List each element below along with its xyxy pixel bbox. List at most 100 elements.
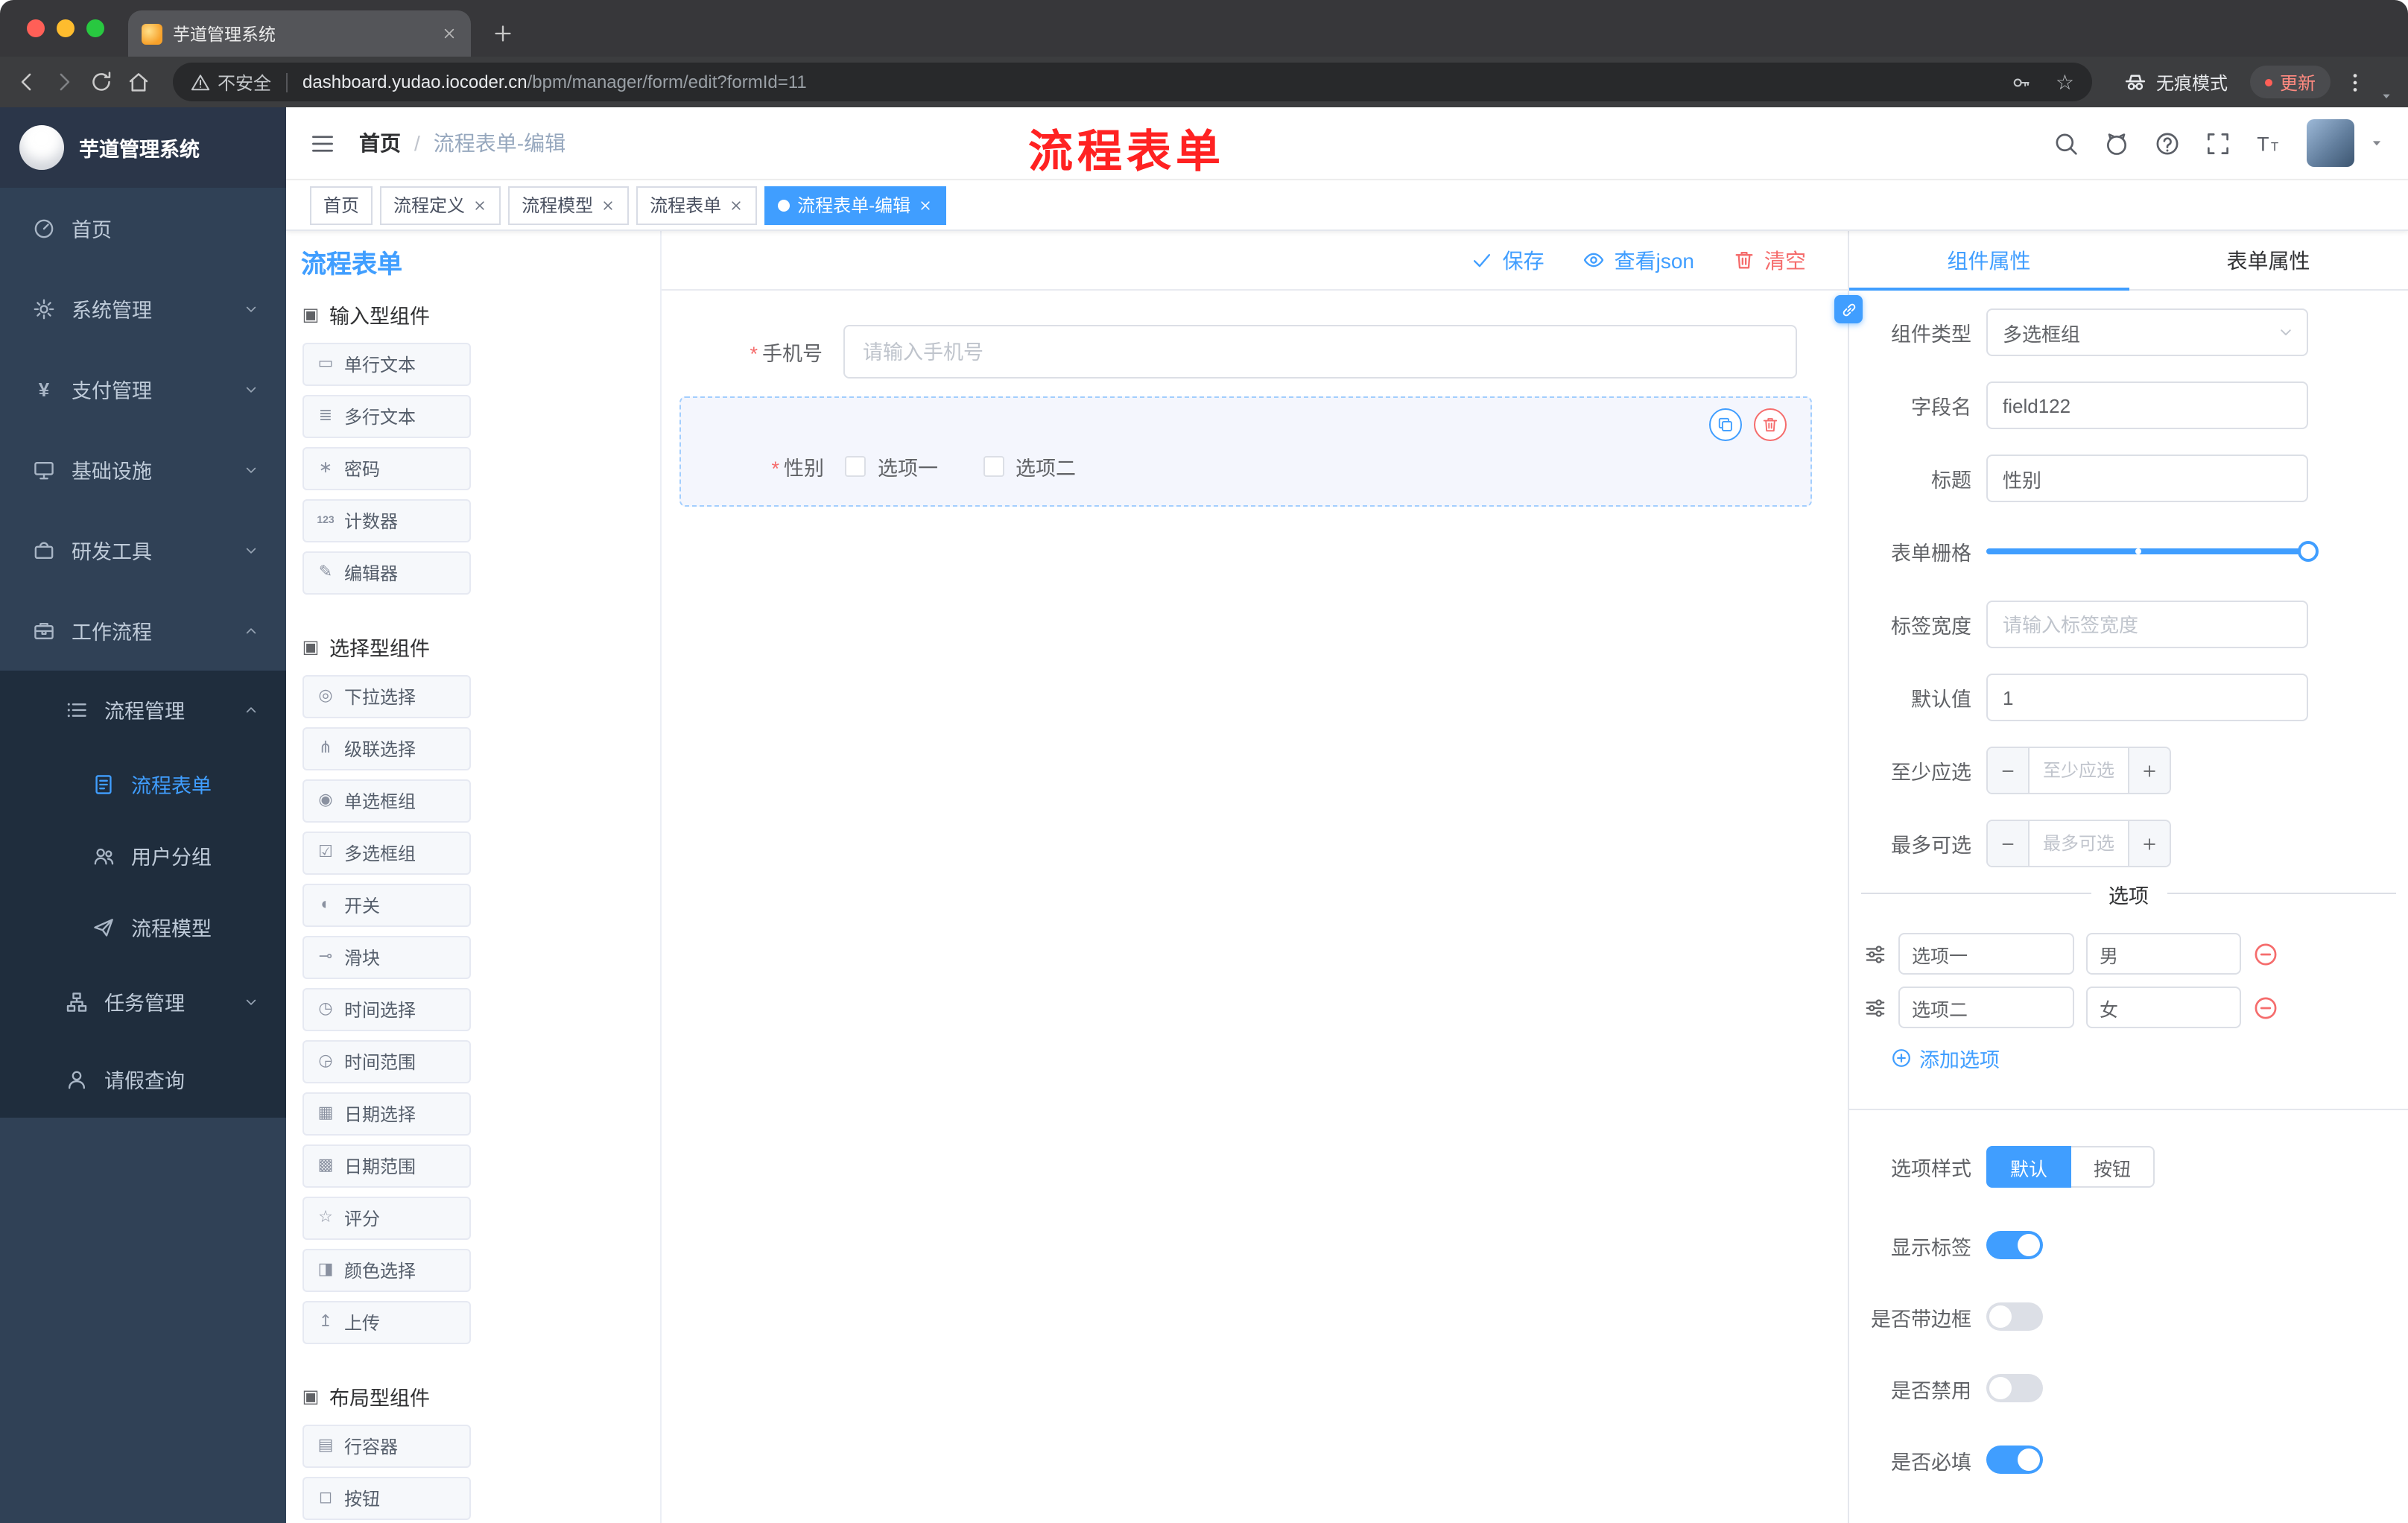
field-name-input[interactable] [1986, 381, 2308, 429]
style-toggle-button[interactable]: 默认 [1986, 1146, 2072, 1188]
palette-item[interactable]: ▤ 行容器 [302, 1425, 471, 1468]
palette-item[interactable]: ☆ 评分 [302, 1197, 471, 1240]
palette-item[interactable]: ▦ 日期选择 [302, 1092, 471, 1136]
palette-item[interactable]: ◐ 开关 [302, 884, 471, 927]
tab-form-props[interactable]: 表单属性 [2129, 231, 2408, 289]
font-size-icon[interactable]: TT [2256, 130, 2281, 156]
sliders-icon[interactable] [1864, 943, 1886, 965]
phone-field[interactable]: * 手机号 [679, 325, 1797, 379]
password-manager-icon[interactable] [2012, 72, 2032, 92]
toggle-switch[interactable] [1986, 1302, 2043, 1331]
new-tab-button[interactable] [492, 22, 514, 45]
search-icon[interactable] [2053, 130, 2079, 156]
sliders-icon[interactable] [1864, 996, 1886, 1019]
minus-circle-icon[interactable] [2253, 995, 2278, 1020]
close-icon[interactable] [918, 197, 933, 212]
toggle-switch[interactable] [1986, 1446, 2043, 1474]
sidebar-item-payment-mgmt[interactable]: ¥ 支付管理 [0, 349, 286, 429]
sidebar-logo[interactable]: 芋道管理系统 [0, 107, 286, 188]
palette-item[interactable]: ≣ 多行文本 [302, 395, 471, 438]
max-select-input[interactable] [2030, 821, 2128, 866]
palette-item[interactable]: ⊸ 滑块 [302, 936, 471, 979]
palette-item[interactable]: ↥ 上传 [302, 1301, 471, 1344]
stepper-decrease-button[interactable] [1988, 821, 2030, 866]
address-bar[interactable]: 不安全 dashboard.yudao.iocoder.cn /bpm/mana… [173, 63, 2092, 101]
tab-component-props[interactable]: 组件属性 [1849, 231, 2129, 291]
sidebar-item-process-mgmt[interactable]: 流程管理 [0, 671, 286, 748]
sidebar-item-leave-query[interactable]: 请假查询 [0, 1040, 286, 1118]
option-label-input[interactable] [1898, 987, 2074, 1028]
browser-menu-icon[interactable] [2344, 71, 2366, 93]
palette-item[interactable]: ◷ 时间选择 [302, 988, 471, 1031]
close-icon[interactable] [601, 197, 615, 212]
home-button[interactable] [127, 70, 150, 94]
gender-option-checkbox[interactable]: 选项二 [983, 452, 1076, 481]
tab-close-icon[interactable] [441, 25, 457, 42]
close-icon[interactable] [472, 197, 487, 212]
gender-field-selected[interactable]: * 性别 选项一 选项二 [679, 396, 1812, 507]
palette-item[interactable]: ◉ 单选框组 [302, 779, 471, 823]
forward-button[interactable] [52, 70, 76, 94]
window-close-button[interactable] [27, 19, 45, 37]
gender-option-checkbox[interactable]: 选项一 [845, 452, 938, 481]
sidebar-item-home[interactable]: 首页 [0, 188, 286, 268]
default-value-input[interactable] [1986, 674, 2308, 721]
sidebar-toggle-icon[interactable] [310, 130, 335, 156]
avatar-caret-icon[interactable] [2369, 136, 2384, 151]
user-avatar[interactable] [2307, 119, 2354, 167]
style-toggle-button[interactable]: 按钮 [2071, 1146, 2155, 1188]
palette-item[interactable]: ☑ 多选框组 [302, 832, 471, 875]
slider-handle[interactable] [2298, 541, 2319, 562]
toggle-switch[interactable] [1986, 1231, 2043, 1259]
breadcrumb-home[interactable]: 首页 [359, 128, 401, 158]
grid-slider[interactable] [1986, 541, 2319, 562]
view-json-button[interactable]: 查看json [1583, 245, 1694, 275]
update-button[interactable]: 更新 [2249, 66, 2331, 98]
label-width-input[interactable] [1986, 601, 2308, 648]
option-value-input[interactable] [2086, 933, 2241, 975]
tag-process-form[interactable]: 流程表单 [636, 186, 758, 224]
sidebar-item-process-model[interactable]: 流程模型 [0, 891, 286, 963]
window-minimize-button[interactable] [57, 19, 75, 37]
sidebar-item-process-form[interactable]: 流程表单 [0, 748, 286, 820]
palette-item[interactable]: ◶ 时间范围 [302, 1040, 471, 1083]
palette-item[interactable]: ▭ 单行文本 [302, 343, 471, 386]
link-fab-button[interactable] [1834, 295, 1863, 323]
stepper-increase-button[interactable] [2128, 748, 2170, 793]
sidebar-item-dev-tools[interactable]: 研发工具 [0, 510, 286, 590]
option-value-input[interactable] [2086, 987, 2241, 1028]
palette-item[interactable]: 123 计数器 [302, 499, 471, 542]
sidebar-item-task-mgmt[interactable]: 任务管理 [0, 963, 286, 1040]
palette-item[interactable]: ◻ 按钮 [302, 1477, 471, 1520]
copy-component-button[interactable] [1709, 408, 1742, 441]
tag-process-definition[interactable]: 流程定义 [380, 186, 501, 224]
save-button[interactable]: 保存 [1471, 245, 1544, 275]
toggle-switch[interactable] [1986, 1374, 2043, 1402]
sidebar-item-user-group[interactable]: 用户分组 [0, 820, 286, 891]
tag-home[interactable]: 首页 [310, 186, 373, 224]
close-icon[interactable] [729, 197, 744, 212]
title-input[interactable] [1986, 455, 2308, 502]
palette-item[interactable]: ∗ 密码 [302, 447, 471, 490]
reload-button[interactable] [89, 70, 113, 94]
minus-circle-icon[interactable] [2253, 941, 2278, 966]
github-icon[interactable] [2104, 130, 2129, 156]
help-icon[interactable] [2155, 130, 2180, 156]
component-type-select[interactable]: 多选框组 [1986, 308, 2308, 356]
palette-item[interactable]: ◨ 颜色选择 [302, 1249, 471, 1292]
add-option-button[interactable]: 添加选项 [1891, 1043, 2408, 1073]
back-button[interactable] [15, 70, 39, 94]
delete-component-button[interactable] [1754, 408, 1787, 441]
clear-button[interactable]: 清空 [1733, 245, 1806, 275]
fullscreen-icon[interactable] [2205, 130, 2231, 156]
stepper-increase-button[interactable] [2128, 821, 2170, 866]
tag-process-model[interactable]: 流程模型 [508, 186, 630, 224]
window-zoom-button[interactable] [86, 19, 104, 37]
sidebar-item-infrastructure[interactable]: 基础设施 [0, 429, 286, 510]
sidebar-item-system-mgmt[interactable]: 系统管理 [0, 268, 286, 349]
palette-item[interactable]: ◎ 下拉选择 [302, 675, 471, 718]
security-warning-icon[interactable] [191, 72, 210, 92]
palette-item[interactable]: ▩ 日期范围 [302, 1144, 471, 1188]
bookmark-star-icon[interactable]: ☆ [2056, 69, 2074, 95]
browser-tab[interactable]: 芋道管理系统 [128, 10, 471, 57]
